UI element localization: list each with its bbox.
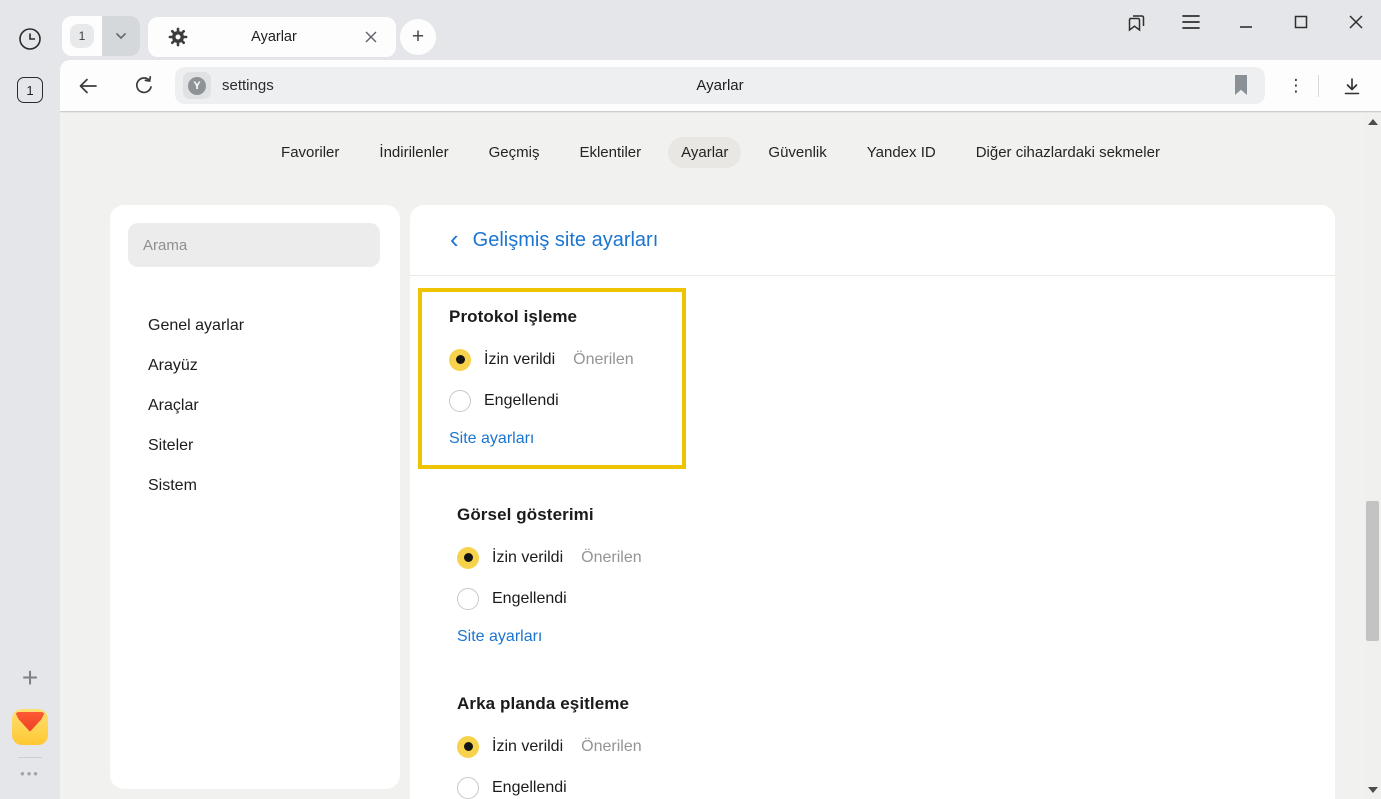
option-label[interactable]: Engellendi [492, 590, 567, 608]
nav-yandex-id[interactable]: Yandex ID [854, 137, 949, 168]
radio-option-engellendi[interactable]: Engellendi [449, 380, 682, 421]
bookmark-flag-icon[interactable] [1233, 75, 1249, 95]
back-chevron-icon[interactable]: ‹ [450, 228, 459, 250]
radio-selected-icon[interactable] [449, 349, 471, 371]
option-label[interactable]: İzin verildi [492, 549, 563, 567]
new-tab-button[interactable]: + [400, 19, 436, 55]
tab-close-icon[interactable] [360, 26, 382, 48]
downloads-icon[interactable] [1338, 73, 1366, 101]
address-kebab-icon[interactable]: ⋮ [1282, 72, 1310, 100]
tab-group-chevron[interactable] [102, 16, 140, 56]
scrollbar-thumb[interactable] [1366, 501, 1379, 641]
section-gorsel-gosterimi: Görsel gösterimi İzin verildi Önerilen E… [457, 505, 1295, 646]
sidebar-item-sistem[interactable]: Sistem [110, 466, 400, 506]
recommended-badge: Önerilen [581, 549, 641, 567]
radio-option-izin-verildi[interactable]: İzin verildi Önerilen [457, 726, 1295, 767]
back-icon[interactable] [76, 74, 100, 98]
sidebar-list: Genel ayarlar Arayüz Araçlar Siteler Sis… [110, 306, 400, 506]
window-controls [1125, 10, 1367, 34]
tab-count-label: 1 [26, 83, 33, 98]
scroll-up-arrow-icon[interactable] [1368, 119, 1378, 125]
tab-title: Ayarlar [188, 29, 360, 45]
minimize-icon[interactable] [1235, 11, 1257, 33]
reload-icon[interactable] [132, 74, 156, 98]
site-favicon-badge[interactable]: Y [183, 72, 211, 99]
yandex-favicon: Y [188, 77, 206, 95]
radio-unselected-icon[interactable] [457, 777, 479, 799]
section-title: Protokol işleme [449, 307, 682, 327]
section-protokol-isleme: Protokol işleme İzin verildi Önerilen En… [449, 307, 682, 448]
option-label[interactable]: İzin verildi [484, 351, 555, 369]
rail-more-icon[interactable]: ••• [0, 766, 60, 781]
search-input[interactable] [128, 223, 380, 267]
section-arka-planda-esitleme: Arka planda eşitleme İzin verildi Öneril… [457, 694, 1295, 799]
tab-panel-counter[interactable]: 1 [17, 77, 43, 103]
address-bar[interactable]: Y settings Ayarlar [175, 67, 1265, 104]
page-title: Ayarlar [696, 77, 743, 94]
option-label[interactable]: Engellendi [484, 392, 559, 410]
tab-group-control[interactable]: 1 [62, 16, 140, 56]
browser-tab-settings[interactable]: Ayarlar [148, 17, 396, 57]
radio-selected-icon[interactable] [457, 547, 479, 569]
mail-flap [15, 712, 45, 736]
site-settings-link[interactable]: Site ayarları [457, 628, 542, 646]
sidebar-item-arayuz[interactable]: Arayüz [110, 346, 400, 386]
tab-group-count: 1 [79, 29, 86, 43]
history-clock-icon[interactable] [17, 26, 43, 52]
recommended-badge: Önerilen [581, 738, 641, 756]
nav-favoriler[interactable]: Favoriler [268, 137, 352, 168]
radio-unselected-icon[interactable] [449, 390, 471, 412]
rail-add-icon[interactable]: + [0, 662, 60, 694]
radio-selected-icon[interactable] [457, 736, 479, 758]
collections-icon[interactable] [1125, 11, 1147, 33]
option-label[interactable]: İzin verildi [492, 738, 563, 756]
nav-diger-cihazlar[interactable]: Diğer cihazlardaki sekmeler [963, 137, 1173, 168]
radio-option-engellendi[interactable]: Engellendi [457, 578, 1295, 619]
tab-group-thumb[interactable]: 1 [62, 16, 102, 56]
advanced-settings-title[interactable]: Gelişmiş site ayarları [473, 229, 659, 252]
radio-option-engellendi[interactable]: Engellendi [457, 767, 1295, 799]
maximize-icon[interactable] [1290, 11, 1312, 33]
page-scrollbar[interactable] [1364, 113, 1381, 799]
sidebar-item-araclar[interactable]: Araçlar [110, 386, 400, 426]
yandex-mail-icon[interactable] [12, 709, 48, 745]
nav-gecmis[interactable]: Geçmiş [476, 137, 553, 168]
settings-sections: Protokol işleme İzin verildi Önerilen En… [410, 276, 1335, 799]
tab-strip: 1 [60, 0, 1381, 60]
nav-guvenlik[interactable]: Güvenlik [755, 137, 839, 168]
close-window-icon[interactable] [1345, 11, 1367, 33]
settings-page: Favoriler İndirilenler Geçmiş Eklentiler… [60, 113, 1381, 799]
gear-icon [168, 27, 188, 47]
browser-toolbar: Y settings Ayarlar ⋮ [60, 60, 1381, 112]
site-settings-link[interactable]: Site ayarları [449, 430, 534, 448]
toolbar-separator [1318, 75, 1319, 97]
left-rail: 1 + ••• [0, 0, 60, 799]
sidebar-item-siteler[interactable]: Siteler [110, 426, 400, 466]
sidebar-item-genel-ayarlar[interactable]: Genel ayarlar [110, 306, 400, 346]
settings-nav: Favoriler İndirilenler Geçmiş Eklentiler… [60, 113, 1381, 191]
menu-hamburger-icon[interactable] [1180, 11, 1202, 33]
scroll-down-arrow-icon[interactable] [1368, 787, 1378, 793]
settings-content-card: ‹ Gelişmiş site ayarları Protokol işleme… [410, 205, 1335, 799]
section-title: Arka planda eşitleme [457, 694, 1295, 714]
highlight-box: Protokol işleme İzin verildi Önerilen En… [418, 288, 686, 469]
radio-unselected-icon[interactable] [457, 588, 479, 610]
nav-indirilenler[interactable]: İndirilenler [366, 137, 461, 168]
section-title: Görsel gösterimi [457, 505, 1295, 525]
advanced-settings-header[interactable]: ‹ Gelişmiş site ayarları [410, 205, 1335, 276]
option-label[interactable]: Engellendi [492, 779, 567, 797]
settings-sidebar: Genel ayarlar Arayüz Araçlar Siteler Sis… [110, 205, 400, 789]
recommended-badge: Önerilen [573, 351, 633, 369]
nav-ayarlar[interactable]: Ayarlar [668, 137, 741, 168]
url-text[interactable]: settings [222, 77, 274, 94]
rail-divider [18, 757, 42, 758]
radio-option-izin-verildi[interactable]: İzin verildi Önerilen [449, 339, 682, 380]
nav-eklentiler[interactable]: Eklentiler [566, 137, 654, 168]
radio-option-izin-verildi[interactable]: İzin verildi Önerilen [457, 537, 1295, 578]
